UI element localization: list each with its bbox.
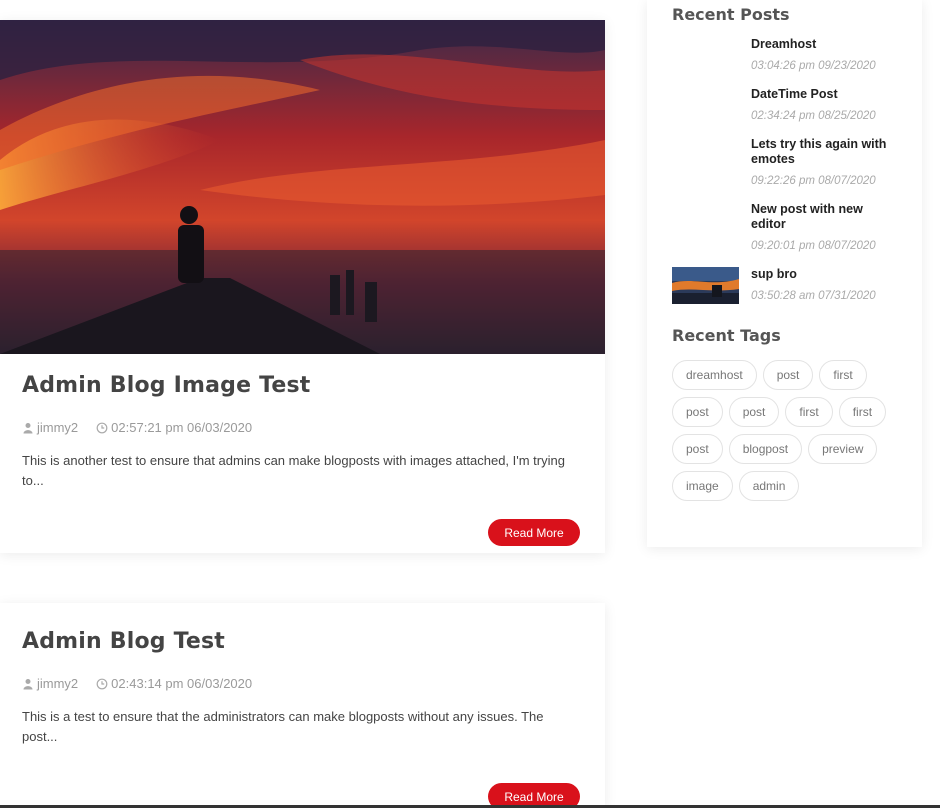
recent-post-thumb-image [672,267,739,304]
clock-icon [96,678,108,690]
post-author: jimmy2 [37,676,79,691]
recent-post-item[interactable]: Dreamhost 03:04:26 pm 09/23/2020 [672,37,897,72]
tag-link[interactable]: post [728,397,780,427]
post-datetime: 02:57:21 pm 06/03/2020 [111,420,253,435]
post-datetime: 02:43:14 pm 06/03/2020 [111,676,253,691]
recent-post-thumb [672,37,739,72]
post-title[interactable]: Admin Blog Image Test [22,373,581,398]
recent-post-thumb [672,202,739,252]
recent-posts-title: Recent Posts [672,5,790,24]
recent-post-date: 09:20:01 pm 08/07/2020 [751,240,876,252]
post-author: jimmy2 [37,420,79,435]
post-excerpt: This is a test to ensure that the admini… [22,709,544,744]
recent-post-title[interactable]: Lets try this again with emotes [751,137,897,167]
tag-link[interactable]: post [762,360,814,390]
clock-icon [96,422,108,434]
tag-link[interactable]: dreamhost [672,360,757,390]
tag-link[interactable]: admin [738,471,800,501]
tag-link[interactable]: preview [808,434,878,464]
tag-link[interactable]: first [838,397,887,427]
tag-link[interactable]: first [819,360,867,390]
recent-tags-title: Recent Tags [672,326,781,345]
tag-link[interactable]: post [672,397,723,427]
recent-post-date: 03:50:28 am 07/31/2020 [751,290,876,302]
recent-post-title[interactable]: Dreamhost [751,37,897,52]
post-card: Admin Blog Test jimmy2 02:43:14 pm 06/03… [0,603,605,808]
tag-link[interactable]: post [672,434,723,464]
recent-post-thumb[interactable] [672,267,739,304]
read-more-button[interactable]: Read More [488,519,580,546]
post-meta: jimmy2 02:43:14 pm 06/03/2020 [22,676,581,691]
recent-post-thumb [672,137,739,187]
post-card: Admin Blog Image Test jimmy2 02:57:21 pm… [0,20,605,553]
tag-link[interactable]: blogpost [728,434,803,464]
user-icon [22,422,34,434]
post-title[interactable]: Admin Blog Test [22,629,581,654]
recent-post-date: 03:04:26 pm 09/23/2020 [751,60,876,72]
recent-post-title[interactable]: sup bro [751,267,897,282]
post-meta: jimmy2 02:57:21 pm 06/03/2020 [22,420,581,435]
recent-post-item[interactable]: Lets try this again with emotes 09:22:26… [672,137,897,187]
recent-post-item[interactable]: New post with new editor 09:20:01 pm 08/… [672,202,897,252]
post-hero-image[interactable] [0,20,605,354]
post-excerpt: This is another test to ensure that admi… [22,453,565,488]
recent-post-thumb [672,87,739,122]
recent-post-date: 09:22:26 pm 08/07/2020 [751,175,876,187]
recent-post-date: 02:34:24 pm 08/25/2020 [751,110,876,122]
tag-link[interactable]: first [785,397,833,427]
recent-post-item[interactable]: sup bro 03:50:28 am 07/31/2020 [672,267,897,304]
recent-posts-list: Dreamhost 03:04:26 pm 09/23/2020 DateTim… [672,37,897,304]
recent-post-item[interactable]: DateTime Post 02:34:24 pm 08/25/2020 [672,87,897,122]
recent-post-title[interactable]: New post with new editor [751,202,897,232]
tag-cloud: dreamhost post first post post first fir… [672,360,902,508]
recent-post-title[interactable]: DateTime Post [751,87,897,102]
tag-link[interactable]: image [672,471,733,501]
user-icon [22,678,34,690]
sidebar: Recent Posts Dreamhost 03:04:26 pm 09/23… [647,0,922,547]
